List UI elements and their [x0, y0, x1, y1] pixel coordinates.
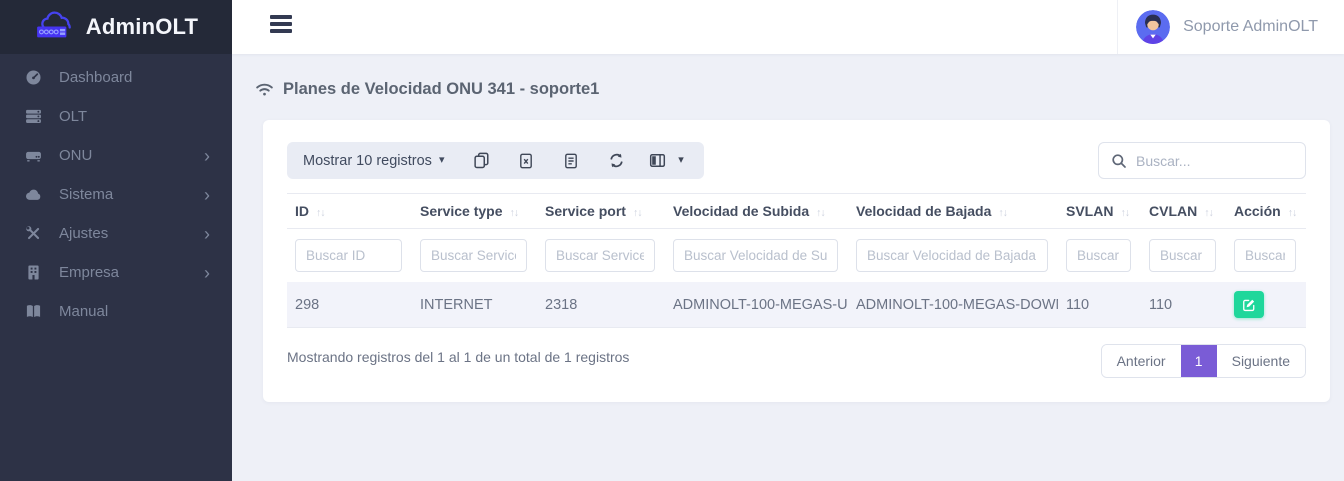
column-header-accion[interactable]: Acción↑↓ — [1226, 194, 1306, 229]
topbar: Soporte AdminOLT — [232, 0, 1344, 54]
cell-service-port: 2318 — [537, 282, 665, 328]
tachometer-icon — [24, 69, 42, 87]
edit-button[interactable] — [1234, 291, 1264, 318]
refresh-button[interactable] — [599, 142, 633, 179]
sort-icon: ↑↓ — [1204, 207, 1213, 219]
server-icon — [24, 108, 42, 126]
sidebar-menu: Dashboard OLT — [0, 54, 232, 331]
table-info: Mostrando registros del 1 al 1 de un tot… — [287, 344, 629, 365]
filter-input-id[interactable] — [295, 239, 402, 272]
sidebar-item-manual[interactable]: Manual — [0, 292, 232, 331]
header-row: ID↑↓ Service type↑↓ Service port↑↓ Veloc… — [287, 194, 1306, 229]
table-card: Mostrar 10 registros ▾ — [263, 120, 1330, 402]
filter-input-svlan[interactable] — [1066, 239, 1131, 272]
cell-service-type: INTERNET — [412, 282, 537, 328]
chevron-right-icon: › — [204, 186, 210, 204]
wifi-icon — [255, 80, 274, 99]
page-length-dropdown[interactable]: Mostrar 10 registros ▾ — [303, 153, 453, 169]
page-title: Planes de Velocidad ONU 341 - soporte1 — [283, 80, 599, 99]
filter-input-service-port[interactable] — [545, 239, 655, 272]
pencil-square-icon — [1242, 298, 1256, 312]
cloud-olt-logo-icon — [34, 10, 78, 44]
search-icon — [1111, 153, 1127, 169]
pagination: Anterior 1 Siguiente — [1101, 344, 1306, 378]
table-buttons-group: Mostrar 10 registros ▾ — [287, 142, 704, 179]
sidebar-item-onu[interactable]: ONU › — [0, 136, 232, 175]
filter-input-velocidad-subida[interactable] — [673, 239, 838, 272]
sort-icon: ↑↓ — [1288, 207, 1297, 219]
sidebar-item-empresa[interactable]: Empresa › — [0, 253, 232, 292]
column-header-velocidad-subida[interactable]: Velocidad de Subida↑↓ — [665, 194, 848, 229]
sidebar-item-label: Dashboard — [59, 69, 210, 86]
table-toolbar: Mostrar 10 registros ▾ — [287, 142, 1306, 179]
speed-plans-table: ID↑↓ Service type↑↓ Service port↑↓ Veloc… — [287, 193, 1306, 328]
pagination-next-button[interactable]: Siguiente — [1217, 345, 1305, 377]
user-menu[interactable]: Soporte AdminOLT — [1117, 0, 1344, 54]
chevron-right-icon: › — [204, 147, 210, 165]
sort-icon: ↑↓ — [316, 207, 325, 219]
cell-accion — [1226, 282, 1306, 328]
table-row: 298 INTERNET 2318 ADMINOLT-100-MEGAS-UP … — [287, 282, 1306, 328]
sidebar-item-olt[interactable]: OLT — [0, 97, 232, 136]
column-visibility-button[interactable]: ▾ — [644, 142, 688, 179]
filter-input-velocidad-bajada[interactable] — [856, 239, 1048, 272]
sort-icon: ↑↓ — [816, 207, 825, 219]
cell-velocidad-bajada: ADMINOLT-100-MEGAS-DOWN — [848, 282, 1058, 328]
sidebar-item-sistema[interactable]: Sistema › — [0, 175, 232, 214]
tools-icon — [24, 225, 42, 243]
cloud-icon — [24, 186, 42, 204]
table-search — [1098, 142, 1306, 179]
copy-button[interactable] — [464, 142, 498, 179]
brand-name: AdminOLT — [86, 14, 198, 40]
filter-input-cvlan[interactable] — [1149, 239, 1216, 272]
pagination-page-1-button[interactable]: 1 — [1181, 345, 1217, 377]
sort-icon: ↑↓ — [998, 207, 1007, 219]
hdd-icon — [24, 147, 42, 165]
book-icon — [24, 303, 42, 321]
column-header-service-port[interactable]: Service port↑↓ — [537, 194, 665, 229]
caret-down-icon: ▾ — [678, 155, 684, 166]
sidebar-item-label: Empresa — [59, 264, 204, 281]
sidebar-item-dashboard[interactable]: Dashboard — [0, 58, 232, 97]
sidebar-item-label: Manual — [59, 303, 210, 320]
sidebar-item-label: Ajustes — [59, 225, 204, 242]
cell-cvlan: 110 — [1141, 282, 1226, 328]
hamburger-menu-icon[interactable] — [270, 15, 292, 37]
filter-input-service-type[interactable] — [420, 239, 527, 272]
column-header-id[interactable]: ID↑↓ — [287, 194, 412, 229]
caret-down-icon: ▾ — [439, 155, 445, 166]
sort-icon: ↑↓ — [633, 207, 642, 219]
column-header-velocidad-bajada[interactable]: Velocidad de Bajada↑↓ — [848, 194, 1058, 229]
cell-id: 298 — [287, 282, 412, 328]
column-header-cvlan[interactable]: CVLAN↑↓ — [1141, 194, 1226, 229]
column-header-service-type[interactable]: Service type↑↓ — [412, 194, 537, 229]
sidebar-item-label: OLT — [59, 108, 210, 125]
sidebar-item-label: Sistema — [59, 186, 204, 203]
export-excel-button[interactable] — [509, 142, 543, 179]
sidebar: AdminOLT Dashboard — [0, 0, 232, 481]
export-file-button[interactable] — [554, 142, 588, 179]
building-icon — [24, 264, 42, 282]
page-title-row: Planes de Velocidad ONU 341 - soporte1 — [255, 80, 1330, 99]
chevron-right-icon: › — [204, 225, 210, 243]
search-input[interactable] — [1136, 153, 1293, 169]
sort-icon: ↑↓ — [1120, 207, 1129, 219]
cell-velocidad-subida: ADMINOLT-100-MEGAS-UP — [665, 282, 848, 328]
cell-svlan: 110 — [1058, 282, 1141, 328]
filter-row — [287, 229, 1306, 283]
user-name: Soporte AdminOLT — [1183, 18, 1318, 36]
chevron-right-icon: › — [204, 264, 210, 282]
main-content: Planes de Velocidad ONU 341 - soporte1 M… — [232, 54, 1344, 481]
brand-logo[interactable]: AdminOLT — [0, 0, 232, 54]
sidebar-item-ajustes[interactable]: Ajustes › — [0, 214, 232, 253]
pagination-prev-button[interactable]: Anterior — [1102, 345, 1181, 377]
avatar — [1136, 10, 1170, 44]
column-header-svlan[interactable]: SVLAN↑↓ — [1058, 194, 1141, 229]
sidebar-item-label: ONU — [59, 147, 204, 164]
table-footer: Mostrando registros del 1 al 1 de un tot… — [287, 344, 1306, 378]
sort-icon: ↑↓ — [510, 207, 519, 219]
filter-input-accion[interactable] — [1234, 239, 1296, 272]
